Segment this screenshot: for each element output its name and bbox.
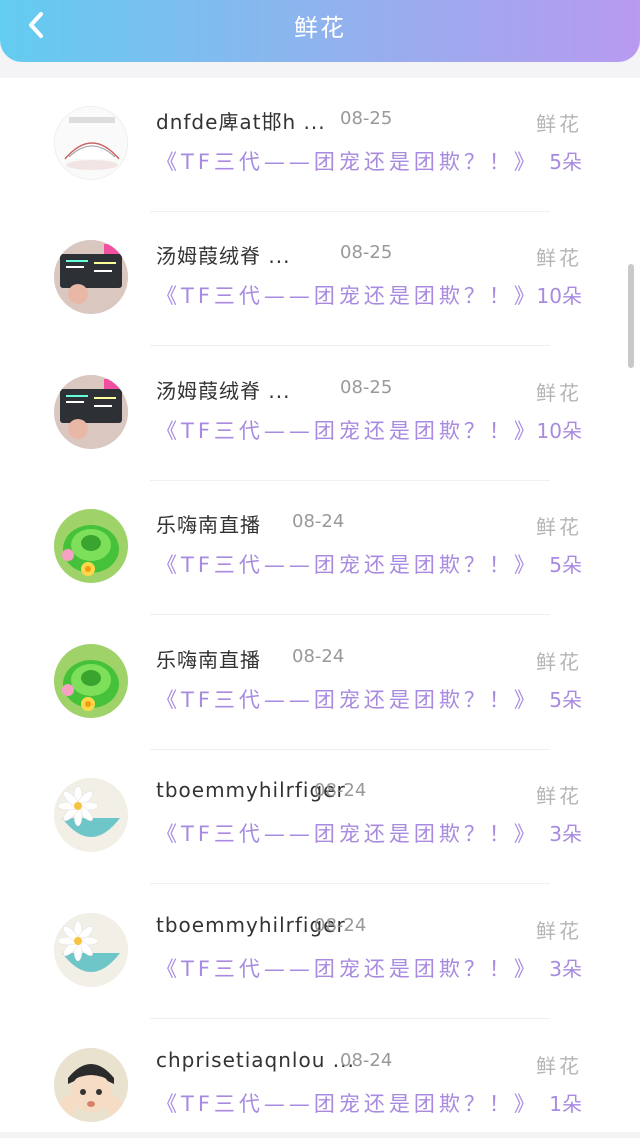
list-item[interactable]: tboemmyhilrfiger 08-24 《TF三代——团宠还是团欺？！》 …	[0, 885, 640, 1019]
send-date: 08-24	[314, 915, 367, 936]
avatar[interactable]	[54, 375, 128, 449]
gift-type-label: 鲜花	[536, 381, 582, 405]
send-date: 08-24	[292, 511, 345, 532]
post-title-link[interactable]: 《TF三代——团宠还是团欺？！》	[156, 146, 539, 176]
bottom-edge	[0, 1132, 640, 1138]
gift-record-list[interactable]: dnfde庳at邯h ... 08-25 《TF三代——团宠还是团欺？！》 鲜花…	[0, 78, 640, 1138]
list-item[interactable]: tboemmyhilrfiger 08-24 《TF三代——团宠还是团欺？！》 …	[0, 750, 640, 884]
avatar-bed-sketch	[55, 107, 127, 179]
avatar-book-hand	[54, 375, 128, 449]
list-item[interactable]: 乐嗨南直播 08-24 《TF三代——团宠还是团欺？！》 鲜花 5朵	[0, 481, 640, 615]
avatar[interactable]	[54, 644, 128, 718]
gift-count: 1朵	[549, 1092, 582, 1116]
post-title-link[interactable]: 《TF三代——团宠还是团欺？！》	[156, 415, 539, 445]
gift-count: 5朵	[549, 553, 582, 577]
post-title-link[interactable]: 《TF三代——团宠还是团欺？！》	[156, 280, 539, 310]
post-title-link[interactable]: 《TF三代——团宠还是团欺？！》	[156, 1088, 539, 1118]
send-date: 08-25	[340, 108, 393, 129]
avatar-green-coil	[54, 644, 128, 718]
list-item[interactable]: dnfde庳at邯h ... 08-25 《TF三代——团宠还是团欺？！》 鲜花…	[0, 78, 640, 212]
gift-type-label: 鲜花	[536, 246, 582, 270]
gift-type-label: 鲜花	[536, 1054, 582, 1078]
sender-name: chprisetiaqnlou ...	[156, 1048, 355, 1072]
post-title-link[interactable]: 《TF三代——团宠还是团欺？！》	[156, 549, 539, 579]
gift-type-label: 鲜花	[536, 650, 582, 674]
list-item[interactable]: 汤姆葭绒脊 ... 08-25 《TF三代——团宠还是团欺？！》 鲜花 10朵	[0, 347, 640, 481]
send-date: 08-25	[340, 377, 393, 398]
avatar[interactable]	[54, 913, 128, 987]
send-date: 08-24	[292, 646, 345, 667]
divider	[150, 1018, 550, 1019]
gift-type-label: 鲜花	[536, 112, 582, 136]
page-title: 鲜花	[294, 14, 346, 42]
gift-type-label: 鲜花	[536, 515, 582, 539]
send-date: 08-24	[314, 780, 367, 801]
gift-count: 3朵	[549, 822, 582, 846]
gift-count: 10朵	[536, 419, 582, 443]
avatar-daisy-cup	[54, 913, 128, 987]
avatar[interactable]	[54, 778, 128, 852]
sender-name: 汤姆葭绒脊 ...	[156, 379, 291, 403]
gift-count: 5朵	[549, 688, 582, 712]
avatar[interactable]	[54, 106, 128, 180]
gift-count: 10朵	[536, 284, 582, 308]
avatar-book-hand	[54, 240, 128, 314]
post-title-link[interactable]: 《TF三代——团宠还是团欺？！》	[156, 684, 539, 714]
list-item[interactable]: 乐嗨南直播 08-24 《TF三代——团宠还是团欺？！》 鲜花 5朵	[0, 616, 640, 750]
avatar-anime-boy	[54, 1048, 128, 1122]
avatar-green-coil	[54, 509, 128, 583]
gift-count: 3朵	[549, 957, 582, 981]
header-bar: 鲜花	[0, 0, 640, 62]
list-item[interactable]: chprisetiaqnlou ... 08-24 《TF三代——团宠还是团欺？…	[0, 1020, 640, 1138]
sender-name: 汤姆葭绒脊 ...	[156, 244, 291, 268]
post-title-link[interactable]: 《TF三代——团宠还是团欺？！》	[156, 818, 539, 848]
avatar-daisy-cup	[54, 778, 128, 852]
sender-name: 乐嗨南直播	[156, 648, 261, 672]
gift-type-label: 鲜花	[536, 919, 582, 943]
send-date: 08-25	[340, 242, 393, 263]
post-title-link[interactable]: 《TF三代——团宠还是团欺？！》	[156, 953, 539, 983]
avatar[interactable]	[54, 1048, 128, 1122]
send-date: 08-24	[340, 1050, 393, 1071]
sender-name: 乐嗨南直播	[156, 513, 261, 537]
sender-name: dnfde庳at邯h ...	[156, 110, 326, 134]
divider	[150, 614, 550, 615]
avatar[interactable]	[54, 240, 128, 314]
divider	[150, 883, 550, 884]
divider	[150, 345, 550, 346]
gift-type-label: 鲜花	[536, 784, 582, 808]
avatar[interactable]	[54, 509, 128, 583]
scrollbar[interactable]	[628, 264, 634, 368]
list-item[interactable]: 汤姆葭绒脊 ... 08-25 《TF三代——团宠还是团欺？！》 鲜花 10朵	[0, 212, 640, 346]
gift-count: 5朵	[549, 150, 582, 174]
